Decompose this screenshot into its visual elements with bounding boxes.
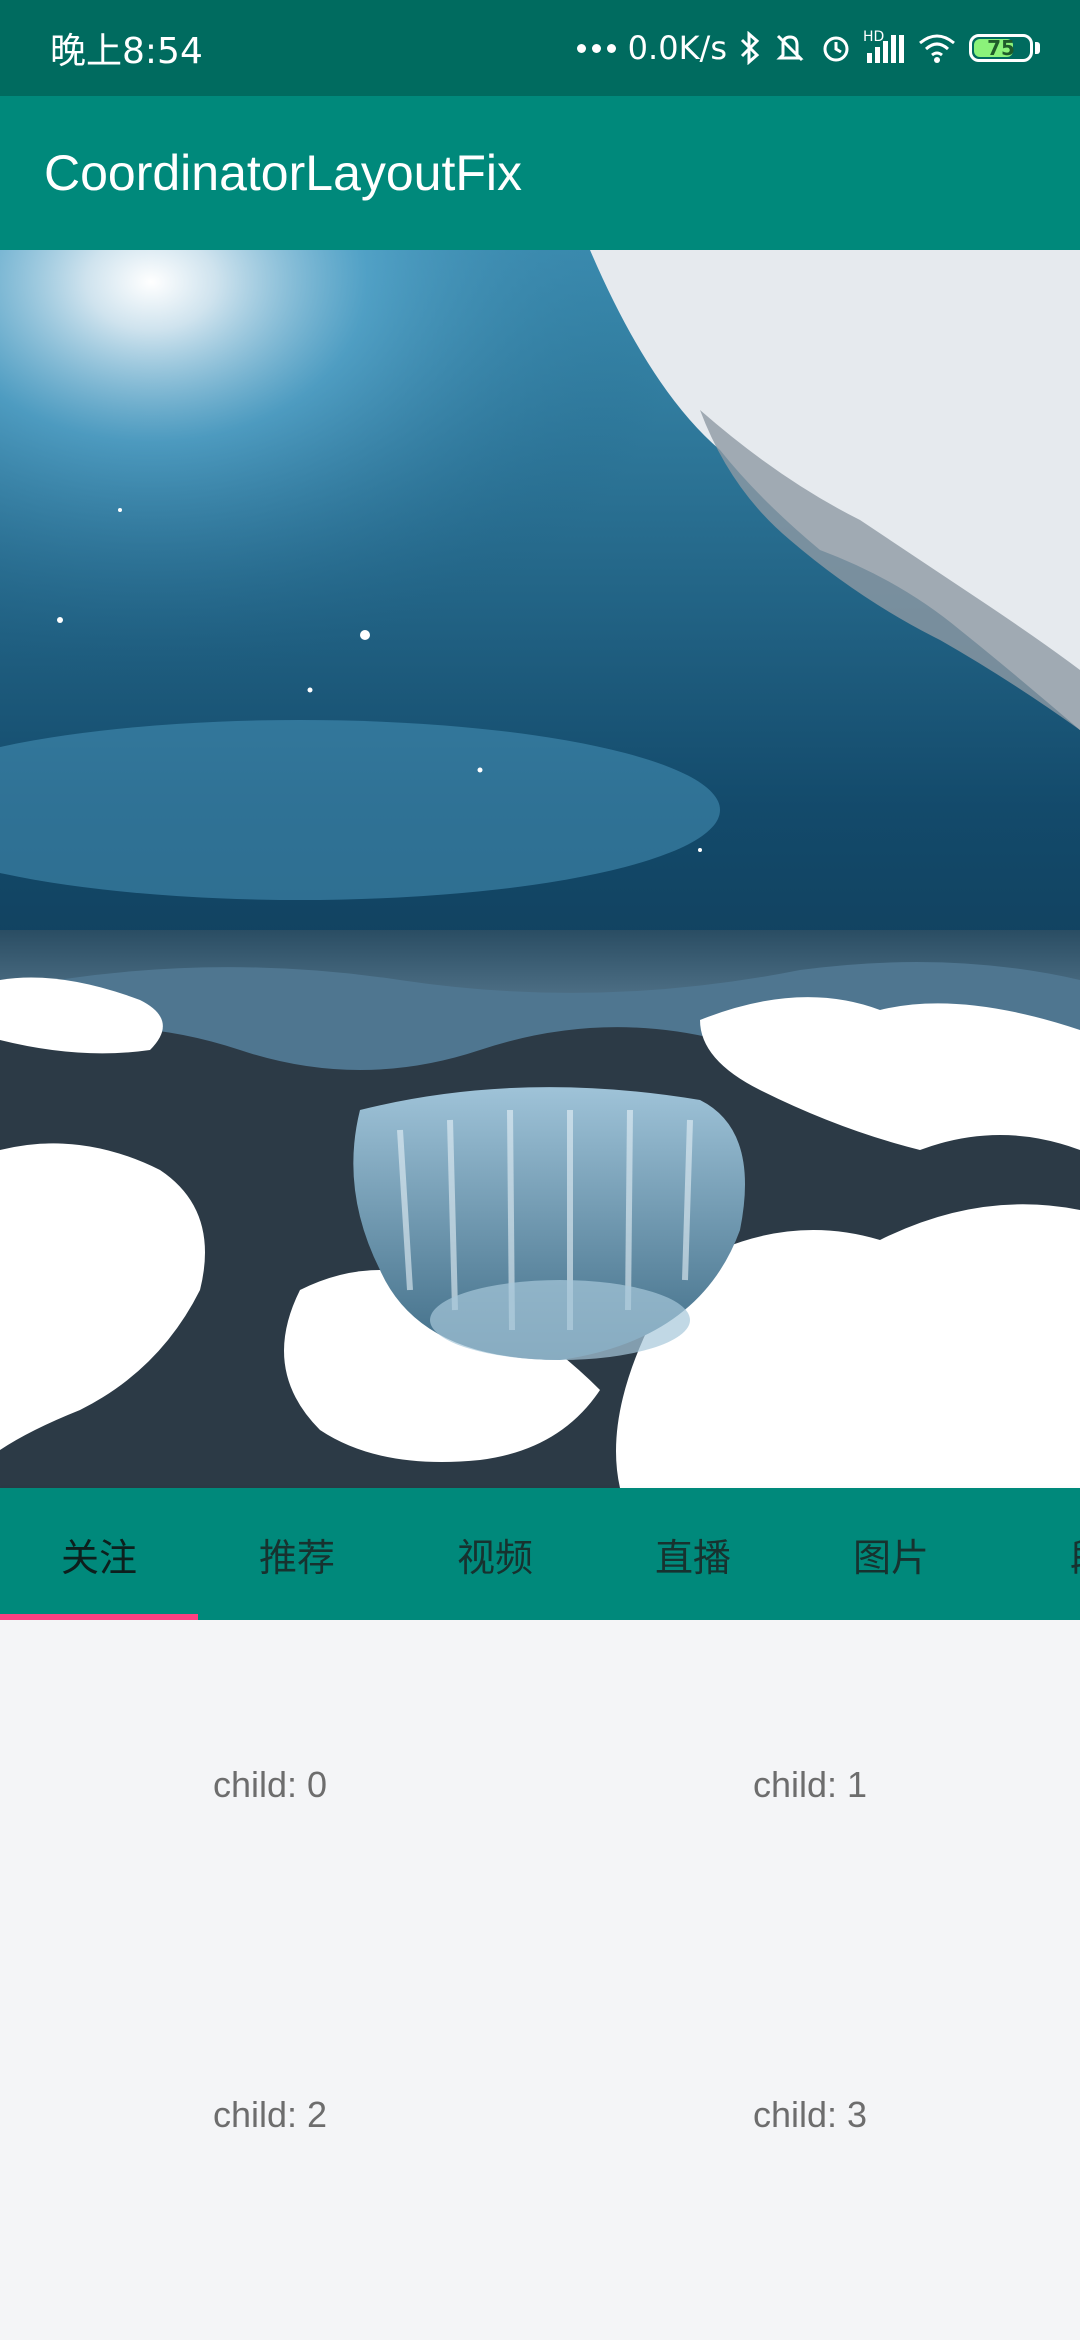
status-icons: 0.0K/s HD 75 — [576, 29, 1040, 67]
tab-bar: 关注 推荐 视频 直播 图片 段 — [0, 1488, 1080, 1620]
app-title: CoordinatorLayoutFix — [44, 145, 523, 201]
tab-label: 直播 — [654, 1535, 731, 1580]
tab-follow[interactable]: 关注 — [0, 1488, 198, 1620]
alarm-icon — [819, 31, 853, 65]
battery-cap — [1035, 42, 1040, 54]
grid-item[interactable]: child: 0 — [0, 1620, 540, 1950]
more-notifications-icon — [576, 43, 616, 53]
tab-video[interactable]: 视频 — [396, 1488, 594, 1620]
battery-level: 75 — [987, 36, 1015, 60]
status-time: 晚上8:54 — [50, 31, 203, 72]
tab-live[interactable]: 直播 — [594, 1488, 792, 1620]
tab-label: 段 — [1070, 1527, 1080, 1582]
app-bar: CoordinatorLayoutFix — [0, 96, 1080, 250]
bluetooth-icon — [739, 31, 761, 65]
grid-item[interactable]: child: 2 — [0, 1950, 540, 2280]
battery-icon: 75 — [969, 34, 1040, 62]
tab-jokes[interactable]: 段 — [990, 1488, 1080, 1620]
tab-label: 图片 — [852, 1535, 929, 1580]
header-image — [0, 250, 1080, 1488]
tab-label: 推荐 — [258, 1535, 335, 1580]
tab-label: 视频 — [456, 1535, 533, 1580]
status-bar: 晚上8:54 0.0K/s HD 75 — [0, 0, 1080, 96]
battery-body: 75 — [969, 34, 1033, 62]
tab-recommend[interactable]: 推荐 — [198, 1488, 396, 1620]
grid-item[interactable]: child: 1 — [540, 1620, 1080, 1950]
waterfall-landscape-image — [0, 250, 1080, 1488]
wifi-icon — [917, 32, 957, 64]
mute-icon — [773, 31, 807, 65]
tab-label: 关注 — [60, 1535, 137, 1580]
net-speed: 0.0K/s — [627, 29, 727, 67]
grid-item[interactable]: child: 3 — [540, 1950, 1080, 2280]
content-grid: child: 0 child: 1 child: 2 child: 3 — [0, 1620, 1080, 2280]
signal-icon: HD — [863, 29, 905, 63]
tab-pictures[interactable]: 图片 — [792, 1488, 990, 1620]
content-grid-container[interactable]: child: 0 child: 1 child: 2 child: 3 — [0, 1620, 1080, 2340]
signal-hd-label: HD — [863, 29, 885, 45]
